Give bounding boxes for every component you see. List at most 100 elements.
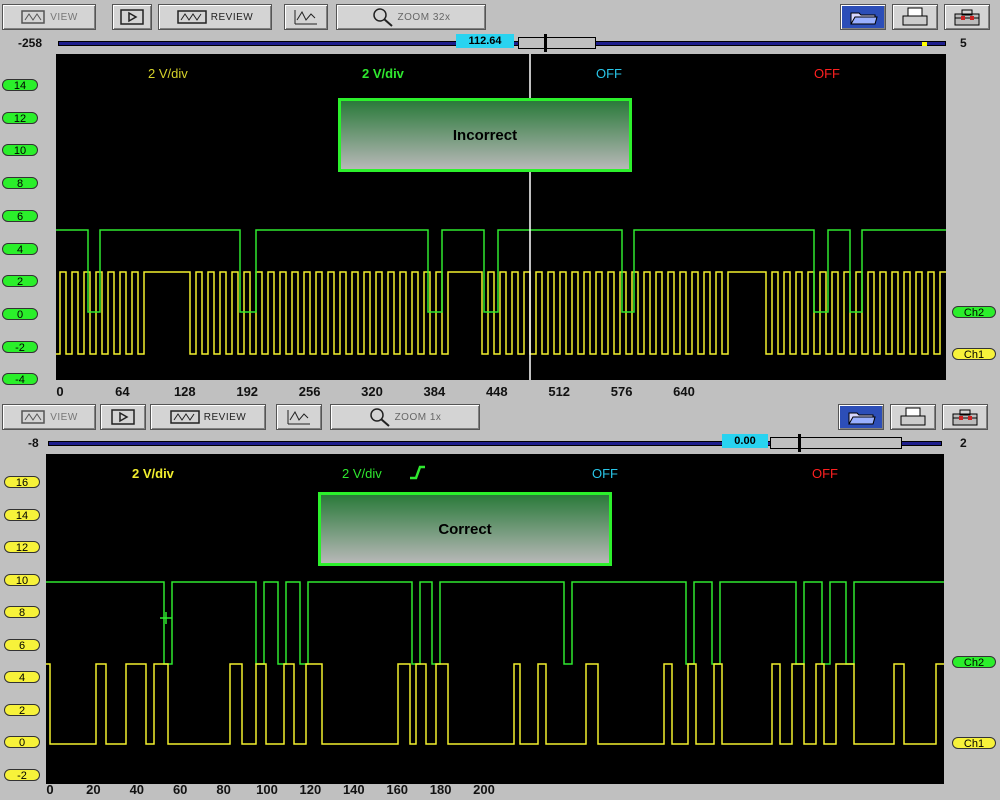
x-tick-label: 60 [172,782,188,797]
top-scope-panel: VIEW REVIEW ZOOM 32x -258 112.64 5 2 V/d… [0,0,1000,400]
ch2-volts-per-div[interactable]: 2 V/div [342,466,382,481]
ch4-status[interactable]: OFF [812,466,838,481]
x-tick-label: 80 [216,782,231,797]
x-tick-label: 192 [236,384,259,399]
x-tick-label: 640 [673,384,695,399]
y-tick-label: 8 [2,177,38,190]
x-tick-label: 0 [46,782,54,797]
play-button[interactable] [100,404,146,430]
toolbox-icon [952,7,982,27]
x-tick-label: 256 [298,384,321,399]
x-tick-label: 140 [342,782,365,797]
y-tick-label: 0 [4,736,40,749]
top-waveform-area[interactable]: 2 V/div 2 V/div OFF OFF Incorrect [56,54,946,380]
zoom-label: ZOOM 1x [394,411,442,423]
print-button[interactable] [892,4,938,30]
banner-text: Correct [438,520,492,538]
view-icon [20,8,46,26]
ch1-tag[interactable]: Ch1 [952,348,996,361]
scroll-end-value: 5 [960,36,967,50]
ch1-volts-per-div[interactable]: 2 V/div [148,66,188,81]
zoom-icon [369,407,391,427]
y-tick-label: 6 [4,638,40,652]
y-tick-label: 4 [4,671,40,684]
bottom-time-scrollbar: -8 0.00 2 [0,434,1000,452]
play-button[interactable] [112,4,152,30]
review-icon [177,8,207,26]
y-tick-label: 6 [2,209,38,223]
cursor-value-badge: 112.64 [456,34,514,48]
bottom-waveform-area[interactable]: 2 V/div 2 V/div OFF OFF Correct [46,454,944,784]
scroll-end-value: 2 [960,436,967,450]
x-tick-label: 512 [548,384,571,399]
ch3-status[interactable]: OFF [592,466,618,481]
incorrect-banner: Incorrect [338,98,632,172]
y-tick-label: -2 [4,768,40,782]
zoom-button[interactable]: ZOOM 1x [330,404,480,430]
review-label: REVIEW [210,11,254,23]
trace-icon [293,8,319,26]
ch2-tag[interactable]: Ch2 [952,306,996,319]
print-icon [898,407,928,427]
y-tick-label: 4 [2,242,38,256]
y-tick-label: 12 [4,541,40,554]
trigger-crosshair [160,612,172,624]
trace-button[interactable] [284,4,328,30]
ch2-volts-per-div[interactable]: 2 V/div [362,66,404,81]
x-tick-label: 160 [386,782,409,797]
y-tick-label: 16 [4,476,40,489]
bottom-toolbar: VIEW REVIEW ZOOM 1x [0,400,1000,434]
ch3-status[interactable]: OFF [596,66,622,81]
view-button[interactable]: VIEW [2,4,96,30]
x-tick-label: 384 [423,384,446,399]
print-icon [900,7,930,27]
trace-button[interactable] [276,404,322,430]
x-tick-label: 64 [115,384,130,399]
toolbox-icon [950,407,980,427]
y-tick-label: 10 [4,573,40,587]
scroll-cursor-mark[interactable] [544,34,547,52]
top-time-scrollbar: -258 112.64 5 [0,34,1000,52]
y-tick-label: 10 [2,144,38,157]
zoom-button[interactable]: ZOOM 32x [336,4,486,30]
open-file-button[interactable] [840,4,886,30]
view-label: VIEW [50,411,78,423]
cursor-value-badge: 0.00 [722,434,768,448]
y-tick-label: -4 [2,373,38,386]
review-label: REVIEW [203,411,247,423]
top-toolbar: VIEW REVIEW ZOOM 32x [0,0,1000,34]
scroll-cursor-mark[interactable] [798,434,801,452]
scroll-thumb[interactable] [770,437,902,449]
view-label: VIEW [50,11,78,23]
x-tick-label: 20 [86,782,101,797]
ch4-status[interactable]: OFF [814,66,840,81]
y-tick-label: 0 [2,307,38,321]
x-tick-label: 100 [256,782,278,797]
toolbox-button[interactable] [942,404,988,430]
print-button[interactable] [890,404,936,430]
banner-text: Incorrect [452,126,518,144]
x-tick-label: 320 [361,384,383,399]
ch1-tag[interactable]: Ch1 [952,737,996,750]
ch1-volts-per-div[interactable]: 2 V/div [132,466,174,481]
open-file-button[interactable] [838,404,884,430]
folder-icon [846,407,876,427]
scroll-thumb[interactable] [518,37,596,49]
x-tick-label: 200 [473,782,495,797]
y-tick-label: 8 [4,606,40,619]
signal-trace [46,581,944,665]
view-button[interactable]: VIEW [2,404,96,430]
y-tick-label: 14 [2,79,38,92]
correct-banner: Correct [318,492,612,566]
review-icon [170,408,200,426]
x-tick-label: 120 [299,782,322,797]
play-icon [110,408,136,426]
toolbox-button[interactable] [944,4,990,30]
zoom-label: ZOOM 32x [397,11,451,23]
x-tick-label: 448 [485,384,508,399]
ch2-tag[interactable]: Ch2 [952,656,996,669]
y-tick-label: 2 [4,703,40,717]
y-tick-label: 2 [2,275,38,288]
review-button[interactable]: REVIEW [158,4,272,30]
review-button[interactable]: REVIEW [150,404,266,430]
